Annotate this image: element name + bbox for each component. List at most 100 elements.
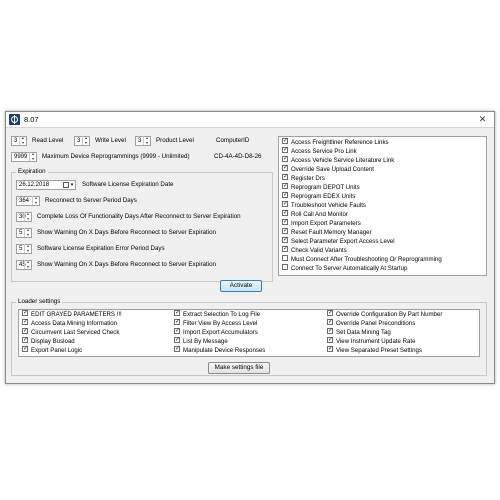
permissions-list: ✓ Access Freightliner Reference Links ✓ Acc… [278, 136, 487, 276]
loader-option-export-panel-logic[interactable]: ✓ Export Panel Logic [22, 346, 83, 355]
permission-label: Roll Call And Monitor [291, 211, 348, 218]
reconnect-period-stepper[interactable]: 364 [16, 196, 40, 206]
permission-label: Access Freightliner Reference Links [291, 139, 389, 146]
checkbox-checked-icon[interactable]: ✓ [282, 210, 288, 217]
loader-option-view-instrument-update-rate[interactable]: ✓ View Instrument Update Rate [327, 337, 416, 346]
loader-option-circumvent-last-serviced-check[interactable]: ✓ Circumvent Last Serviced Check [22, 328, 120, 337]
checkbox-checked-icon[interactable]: ✓ [282, 219, 288, 226]
permission-label: Reset Fault Memory Manager [291, 229, 372, 236]
checkbox-checked-icon[interactable]: ✓ [22, 346, 28, 353]
checkbox-checked-icon[interactable]: ✓ [282, 174, 288, 181]
computer-id-value: CD-4A-4D-D8-26 [214, 153, 262, 160]
permission-label: Check Valid Variants [291, 247, 347, 254]
checkbox-checked-icon[interactable]: ✓ [282, 147, 288, 154]
warning-days-2-stepper[interactable]: 45 [16, 260, 32, 270]
loader-option-label: Filter View By Access Level [183, 320, 258, 327]
loss-functionality-stepper[interactable]: 30 [16, 212, 32, 222]
loader-option-label: Display Busload [31, 338, 75, 345]
loader-option-override-panel-preconditions[interactable]: ✓ Override Panel Preconditions [327, 319, 415, 328]
permission-import-export-parameters[interactable]: ✓ Import Export Parameters [282, 219, 361, 228]
max-reprogrammings-stepper[interactable]: 9999 [11, 152, 37, 162]
loader-option-import-export-accumulators[interactable]: ✓ Import Export Accumulators [174, 328, 258, 337]
permission-troubleshoot-vehicle-faults[interactable]: ✓ Troubleshoot Vehicle Faults [282, 201, 366, 210]
checkbox-checked-icon[interactable]: ✓ [282, 246, 288, 253]
checkbox-checked-icon[interactable]: ✓ [22, 337, 28, 344]
permission-connect-to-server-automatically-at-startup[interactable]: Connect To Server Automatically At Start… [282, 264, 407, 273]
checkbox-checked-icon[interactable]: ✓ [282, 165, 288, 172]
warning-days-label: Show Warning On X Days Before Reconnect … [37, 229, 216, 236]
computer-id-label: ComputerID [216, 137, 250, 144]
reconnect-period-label: Reconnect to Server Period Days [45, 197, 137, 204]
checkbox-checked-icon[interactable]: ✓ [22, 310, 28, 317]
loader-option-list-by-message[interactable]: ✓ List By Message [174, 337, 228, 346]
checkbox-unchecked-icon[interactable] [282, 255, 288, 262]
permission-select-parameter-export-access-level[interactable]: ✓ Select Parameter Export Access Level [282, 237, 395, 246]
loader-option-edit-grayed-parameters[interactable]: ✓ EDIT GRAYED PARAMETERS !!! [22, 310, 122, 319]
loader-option-filter-view-by-access-level[interactable]: ✓ Filter View By Access Level [174, 319, 258, 328]
loader-option-display-busload[interactable]: ✓ Display Busload [22, 337, 75, 346]
read-level-stepper[interactable]: 3 [11, 136, 27, 146]
expiration-group-label: Expiration [16, 168, 48, 175]
permission-reprogram-depot-units[interactable]: ✓ Reprogram DEPOT Units [282, 183, 360, 192]
loader-option-set-data-mining-tag[interactable]: ✓ Set Data Mining Tag [327, 328, 391, 337]
loader-option-access-data-mining-information[interactable]: ✓ Access Data Mining Information [22, 319, 117, 328]
app-icon [9, 114, 20, 125]
permission-label: Troubleshoot Vehicle Faults [291, 202, 366, 209]
checkbox-checked-icon[interactable]: ✓ [282, 192, 288, 199]
checkbox-checked-icon[interactable]: ✓ [22, 328, 28, 335]
checkbox-checked-icon[interactable]: ✓ [282, 156, 288, 163]
checkbox-checked-icon[interactable]: ✓ [327, 337, 333, 344]
permission-override-save-upload-content[interactable]: ✓ Override Save Upload Content [282, 165, 374, 174]
permission-access-vehicle-service-literature-link[interactable]: ✓ Access Vehicle Service Literature Link [282, 156, 394, 165]
permission-roll-call-and-monitor[interactable]: ✓ Roll Call And Monitor [282, 210, 348, 219]
checkbox-checked-icon[interactable]: ✓ [327, 328, 333, 335]
loader-option-view-separated-preset-settings[interactable]: ✓ View Separated Preset Settings [327, 346, 422, 355]
expiration-date-label: Software License Expiration Date [82, 181, 174, 188]
permission-label: Must Connect After Troubleshooting Or Re… [291, 256, 442, 263]
checkbox-checked-icon[interactable]: ✓ [174, 310, 180, 317]
activate-button[interactable]: Activate [220, 280, 262, 292]
checkbox-checked-icon[interactable]: ✓ [327, 310, 333, 317]
make-settings-file-button[interactable]: Make settings file [208, 362, 270, 374]
loader-option-label: Extract Selection To Log File [183, 311, 261, 318]
license-error-period-stepper[interactable]: 5 [16, 244, 32, 254]
permission-access-freightliner-reference-links[interactable]: ✓ Access Freightliner Reference Links [282, 138, 389, 147]
permission-must-connect-after-troubleshooting-or-reprogramming[interactable]: Must Connect After Troubleshooting Or Re… [282, 255, 442, 264]
permission-access-service-pro-link[interactable]: ✓ Access Service Pro Link [282, 147, 357, 156]
checkbox-checked-icon[interactable]: ✓ [282, 237, 288, 244]
checkbox-checked-icon[interactable]: ✓ [174, 328, 180, 335]
permission-check-valid-variants[interactable]: ✓ Check Valid Variants [282, 246, 347, 255]
max-reprogrammings-label: Maximum Device Reprogrammings (9999 - Un… [42, 153, 190, 160]
loader-option-label: Export Panel Logic [31, 347, 83, 354]
permission-reset-fault-memory-manager[interactable]: ✓ Reset Fault Memory Manager [282, 228, 372, 237]
loader-settings-label: Loader settings [16, 298, 63, 305]
checkbox-checked-icon[interactable]: ✓ [282, 138, 288, 145]
settings-window: 8.07 ✕ 3 Read Level 3 Write Level 3 Prod… [5, 111, 495, 384]
write-level-label: Write Level [95, 137, 126, 144]
checkbox-unchecked-icon[interactable] [282, 264, 288, 271]
loader-option-override-configuration-by-part-number[interactable]: ✓ Override Configuration By Part Number [327, 310, 442, 319]
product-level-stepper[interactable]: 3 [135, 136, 151, 146]
checkbox-checked-icon[interactable]: ✓ [174, 337, 180, 344]
close-icon[interactable]: ✕ [476, 114, 489, 125]
checkbox-checked-icon[interactable]: ✓ [22, 319, 28, 326]
checkbox-checked-icon[interactable]: ✓ [174, 319, 180, 326]
checkbox-checked-icon[interactable]: ✓ [327, 346, 333, 353]
checkbox-checked-icon[interactable]: ✓ [327, 319, 333, 326]
loader-option-label: List By Message [183, 338, 228, 345]
checkbox-checked-icon[interactable]: ✓ [174, 346, 180, 353]
checkbox-checked-icon[interactable]: ✓ [282, 228, 288, 235]
permission-register-drs[interactable]: ✓ Register Drs [282, 174, 325, 183]
loader-option-extract-selection-to-log-file[interactable]: ✓ Extract Selection To Log File [174, 310, 261, 319]
loader-option-label: EDIT GRAYED PARAMETERS !!! [31, 311, 122, 318]
loader-option-manipulate-device-responses[interactable]: ✓ Manipulate Device Responses [174, 346, 266, 355]
write-level-stepper[interactable]: 3 [74, 136, 90, 146]
loader-option-label: Circumvent Last Serviced Check [31, 329, 120, 336]
expiration-date-picker[interactable]: 26.12.2018 ▾ [16, 180, 76, 190]
loader-option-label: Manipulate Device Responses [183, 347, 266, 354]
permission-reprogram-edex-units[interactable]: ✓ Reprogram EDEX Units [282, 192, 355, 201]
warning-days-stepper[interactable]: 5 [16, 228, 32, 238]
license-error-period-label: Software License Expiration Error Period… [37, 245, 165, 252]
checkbox-checked-icon[interactable]: ✓ [282, 201, 288, 208]
checkbox-checked-icon[interactable]: ✓ [282, 183, 288, 190]
